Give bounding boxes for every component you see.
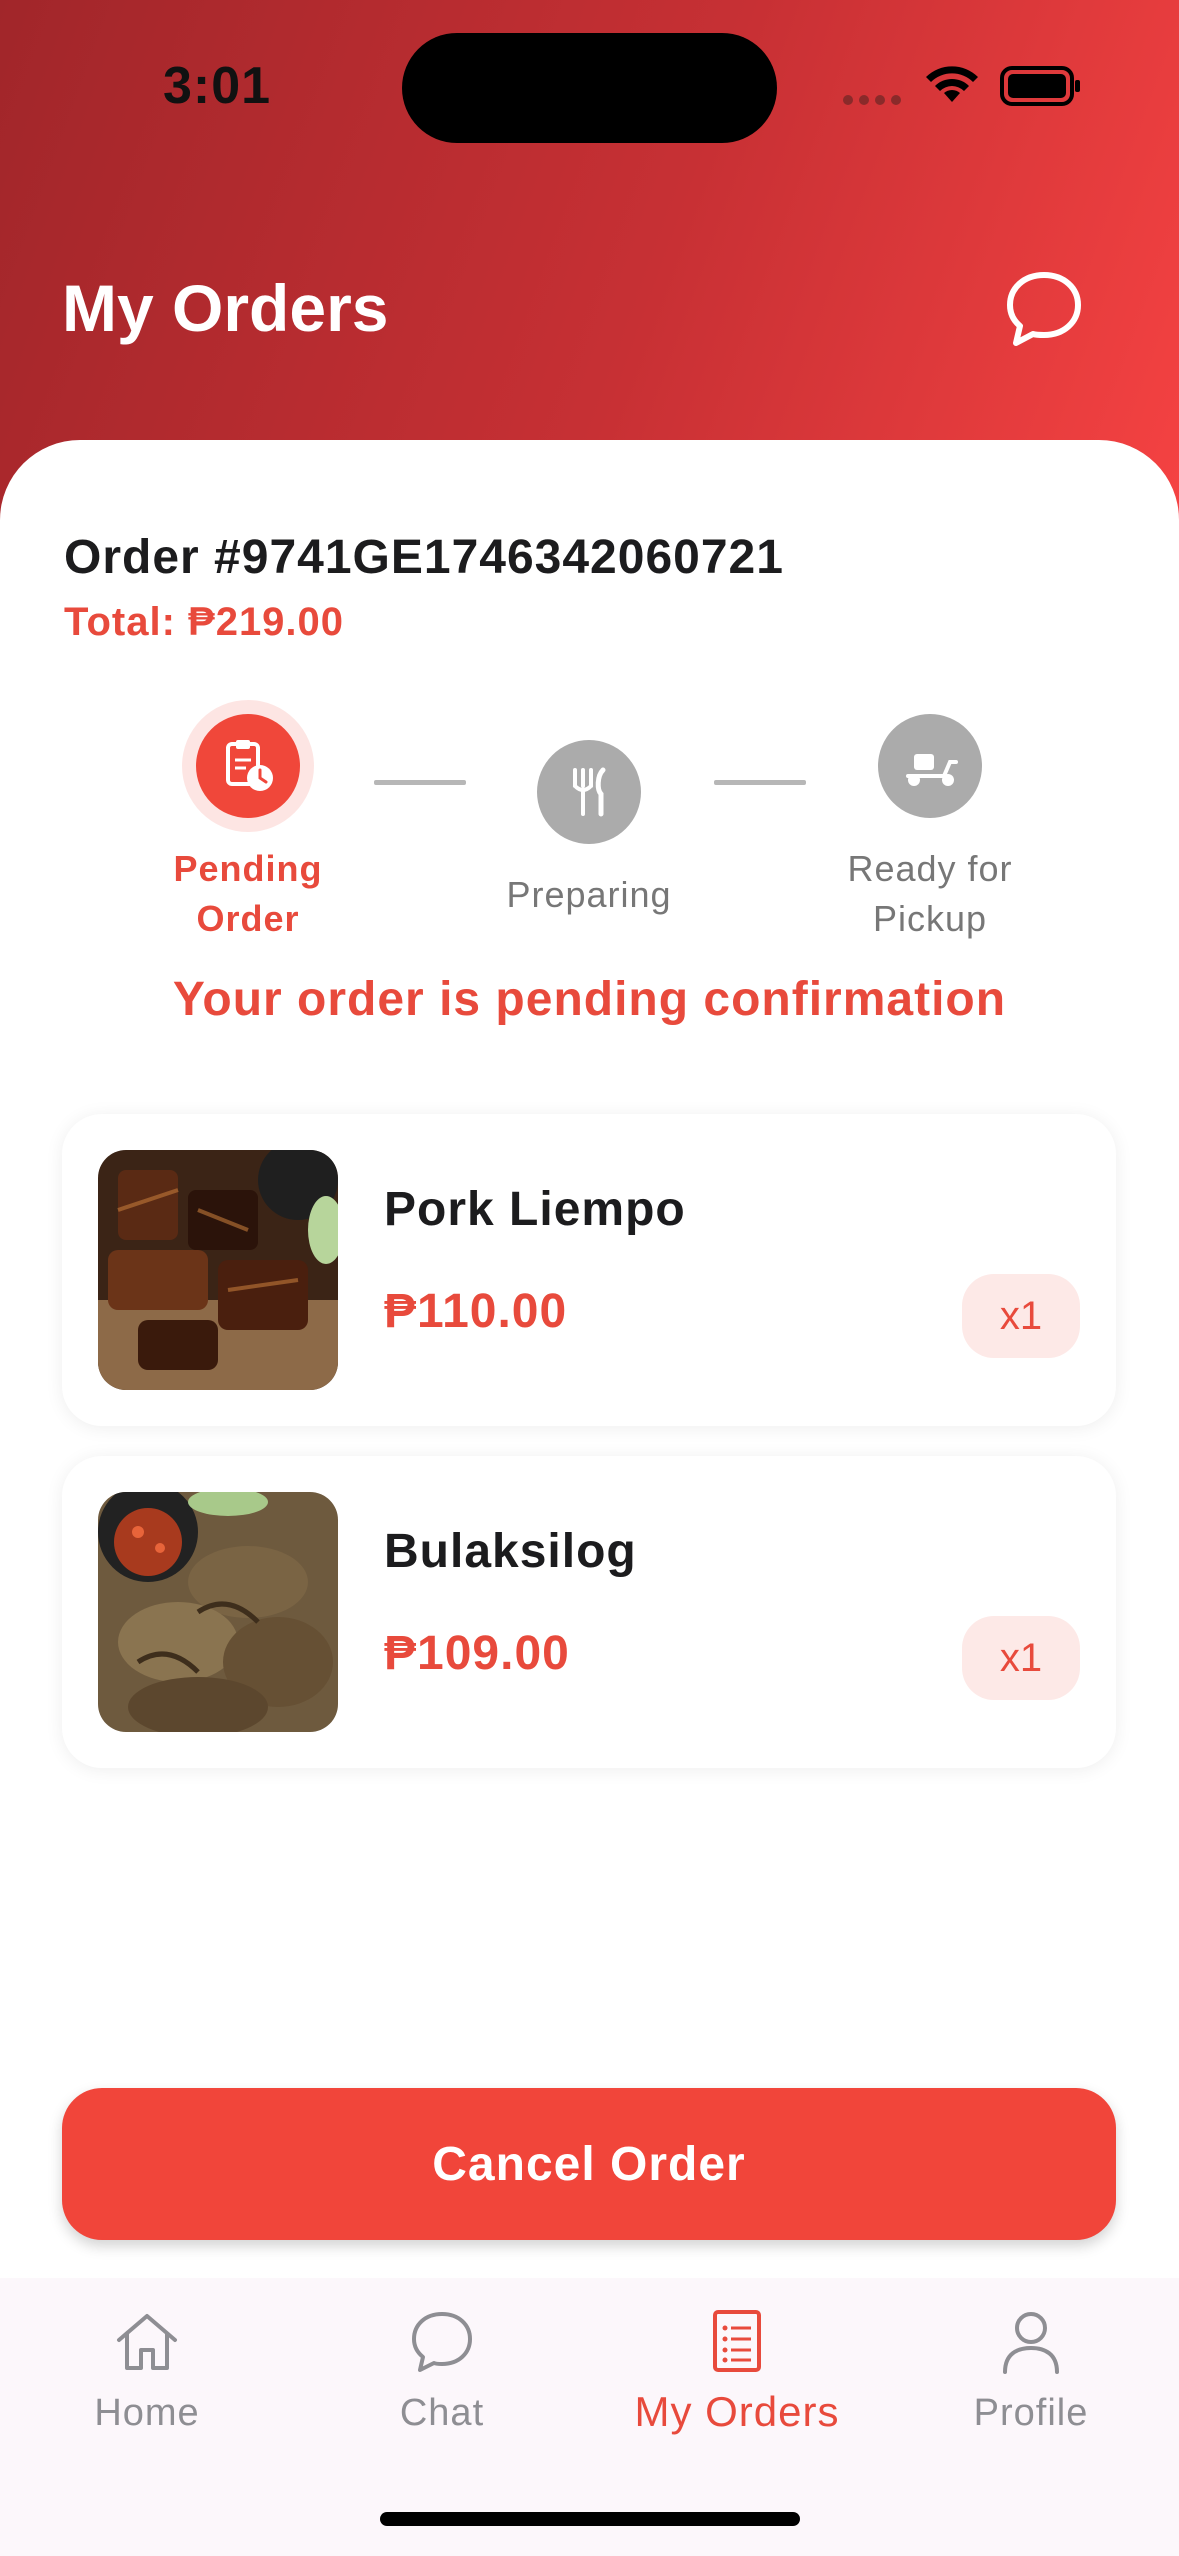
item-name: Pork Liempo — [384, 1183, 686, 1236]
clipboard-clock-icon — [226, 740, 273, 791]
item-price: ₱110.00 — [384, 1285, 568, 1338]
item-quantity-badge: x1 — [962, 1274, 1080, 1358]
step-pending-label: Pending Order — [173, 848, 323, 939]
battery-icon — [1000, 66, 1080, 106]
chat-icon — [412, 2312, 472, 2372]
step-connector-1 — [374, 780, 466, 785]
step-connector-2 — [714, 780, 806, 785]
item-photo-bulaksilog — [98, 1492, 338, 1732]
status-time: 3:01 — [163, 57, 272, 115]
nav-item-chat[interactable]: Chat — [322, 2306, 562, 2435]
fork-knife-icon — [573, 767, 606, 817]
nav-label-my-orders: My Orders — [634, 2388, 840, 2435]
order-status-message: Your order is pending confirmation — [172, 973, 1007, 1026]
item-price: ₱109.00 — [384, 1627, 570, 1680]
dynamic-island — [402, 33, 777, 143]
nav-label-profile: Profile — [973, 2392, 1089, 2434]
orders-list-icon — [713, 2310, 761, 2372]
nav-item-home[interactable]: Home — [27, 2306, 267, 2435]
step-preparing-circle — [537, 740, 641, 844]
item-photo-pork-liempo — [98, 1150, 338, 1390]
nav-item-my-orders[interactable]: My Orders — [617, 2306, 857, 2436]
signal-icon — [843, 95, 901, 105]
wifi-icon — [926, 66, 978, 102]
step-preparing-label: Preparing — [506, 874, 672, 915]
nav-label-chat: Chat — [399, 2392, 485, 2434]
home-indicator — [380, 2512, 800, 2526]
status-icons — [843, 66, 1080, 106]
chat-bubble-icon[interactable] — [1000, 265, 1088, 353]
order-number: Order #9741GE1746342060721 — [64, 531, 784, 584]
item-quantity-badge: x1 — [962, 1616, 1080, 1700]
home-icon — [117, 2314, 177, 2370]
step-pickup-label: Ready for Pickup — [847, 848, 1013, 939]
nav-item-profile[interactable]: Profile — [911, 2306, 1151, 2435]
profile-icon — [1003, 2312, 1059, 2374]
cancel-order-button[interactable]: Cancel Order — [62, 2088, 1116, 2240]
scooter-icon — [906, 754, 958, 786]
order-item-card: Pork Liempo ₱110.00 x1 — [62, 1114, 1116, 1426]
step-pending-circle — [196, 714, 300, 818]
page-title: My Orders — [62, 271, 389, 345]
order-item-card: Bulaksilog ₱109.00 x1 — [62, 1456, 1116, 1768]
nav-label-home: Home — [94, 2392, 200, 2434]
order-total: Total: ₱219.00 — [64, 600, 345, 644]
step-pickup-circle — [878, 714, 982, 818]
item-name: Bulaksilog — [384, 1525, 637, 1578]
